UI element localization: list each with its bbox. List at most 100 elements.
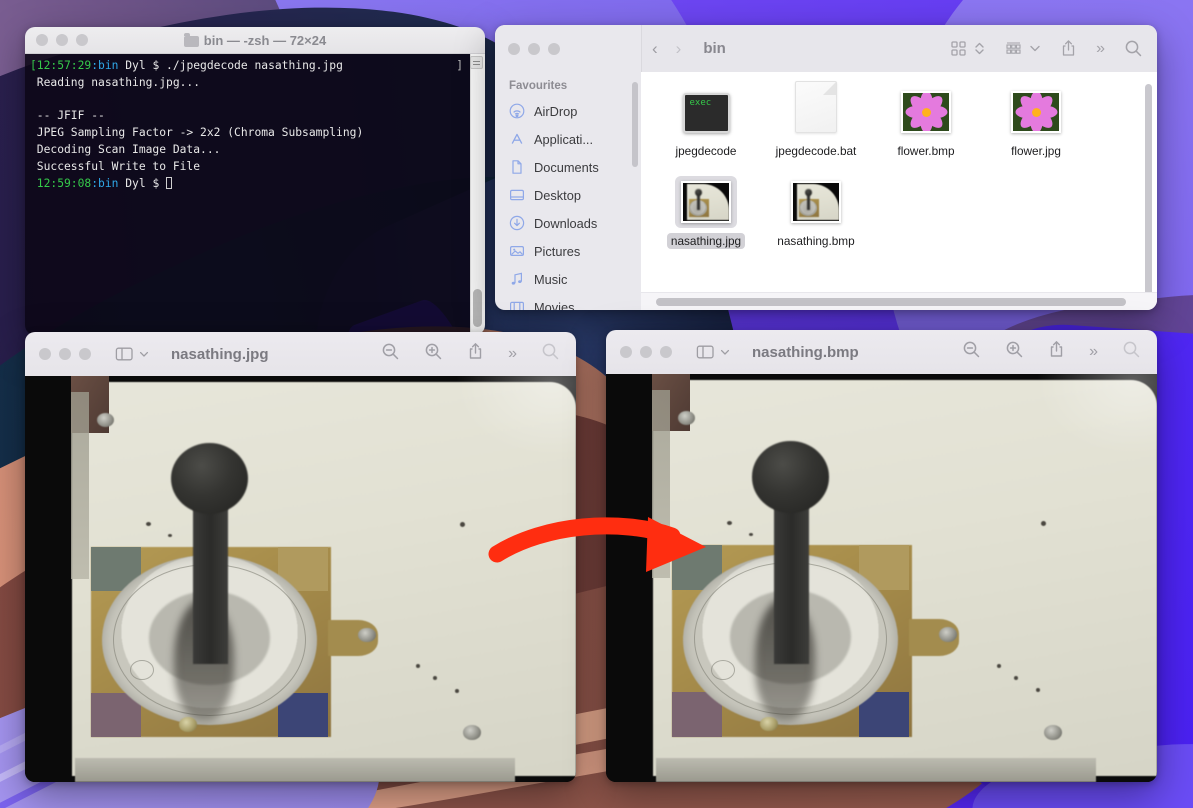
file-item-nasathing-jpg[interactable]: nasathing.jpg (651, 174, 761, 264)
more-button[interactable]: » (508, 345, 517, 363)
flower-thumbnail (1011, 91, 1061, 133)
sidebar-item-movies[interactable]: Movies (495, 293, 641, 310)
file-item-flower-bmp[interactable]: flower.bmp (871, 84, 981, 174)
finder-path-title: bin (703, 40, 726, 57)
share-button[interactable] (1048, 340, 1065, 364)
close-button[interactable] (39, 348, 51, 360)
share-button[interactable] (467, 342, 484, 366)
close-button[interactable] (620, 346, 632, 358)
sidebar-item-label: Downloads (534, 215, 598, 231)
preview-bmp-toolbar[interactable]: nasathing.bmp » (606, 330, 1157, 374)
flower-thumbnail (901, 91, 951, 133)
share-button[interactable] (1060, 39, 1077, 58)
terminal-title-text: bin — -zsh — 72×24 (203, 32, 327, 48)
terminal-line-2 (30, 92, 485, 109)
sidebar-toggle-button[interactable] (115, 346, 149, 362)
search-button[interactable] (1122, 340, 1141, 364)
close-button[interactable] (508, 42, 520, 55)
sidebar-item-documents[interactable]: Documents (495, 153, 641, 181)
sidebar-toggle-button[interactable] (696, 344, 730, 360)
finder-vertical-scrollbar[interactable] (1145, 84, 1152, 310)
sidebar-item-airdrop[interactable]: AirDrop (495, 97, 641, 125)
terminal-window[interactable]: bin — -zsh — 72×24 [12:57:29:bin Dyl $ .… (25, 27, 485, 335)
sidebar-scrollbar[interactable] (632, 82, 638, 167)
more-button[interactable]: » (1089, 343, 1098, 361)
file-item-jpegdecode-bat[interactable]: jpegdecode.bat (761, 81, 871, 174)
finder-file-grid[interactable]: exec jpegdecode jpegdecode.bat flower.bm… (641, 72, 1157, 310)
maximize-button[interactable] (79, 348, 91, 360)
finder-window-controls[interactable] (508, 42, 560, 55)
search-button[interactable] (1124, 39, 1143, 58)
group-by-button[interactable] (1004, 40, 1023, 57)
search-button[interactable] (541, 342, 560, 366)
terminal-line-0: [12:57:29:bin Dyl $ ./jpegdecode nasathi… (30, 59, 343, 72)
applications-icon (509, 131, 525, 147)
sidebar-item-label: Applicati... (534, 131, 594, 147)
movies-icon (509, 299, 525, 310)
file-label: flower.jpg (1011, 144, 1061, 158)
zoom-in-button[interactable] (1005, 340, 1024, 364)
more-button[interactable]: » (1096, 40, 1105, 58)
minimize-button[interactable] (528, 42, 540, 55)
airdrop-icon (509, 103, 525, 119)
sidebar-item-applications[interactable]: Applicati... (495, 125, 641, 153)
pictures-icon (509, 243, 525, 259)
finder-window[interactable]: ‹ › bin » Favourites AirDrop Applicati..… (495, 25, 1157, 310)
file-item-flower-jpg[interactable]: flower.jpg (981, 84, 1091, 174)
sidebar-item-desktop[interactable]: Desktop (495, 181, 641, 209)
window-controls[interactable] (25, 34, 88, 46)
preview-window-jpg[interactable]: nasathing.jpg » (25, 332, 576, 782)
icon-view-button[interactable] (950, 40, 967, 57)
terminal-titlebar[interactable]: bin — -zsh — 72×24 (25, 27, 485, 54)
terminal-line-7: 12:59:08:bin Dyl $ (30, 176, 485, 193)
terminal-body[interactable]: [12:57:29:bin Dyl $ ./jpegdecode nasathi… (25, 54, 485, 335)
minimize-button[interactable] (59, 348, 71, 360)
folder-icon (183, 32, 199, 47)
sidebar-item-label: AirDrop (534, 103, 578, 119)
preview-window-bmp[interactable]: nasathing.bmp » (606, 330, 1157, 782)
terminal-line-3: -- JFIF -- (30, 109, 105, 123)
window-controls[interactable] (620, 346, 672, 358)
zoom-in-button[interactable] (424, 342, 443, 366)
window-controls[interactable] (39, 348, 91, 360)
terminal-scrollbar[interactable] (470, 54, 485, 335)
desktop-icon (509, 187, 525, 203)
preview-jpg-image[interactable] (25, 376, 576, 782)
file-label: flower.bmp (897, 144, 955, 158)
sidebar-heading: Favourites (509, 80, 568, 92)
finder-horizontal-scrollbar[interactable] (641, 292, 1157, 310)
preview-bmp-image[interactable] (606, 374, 1157, 782)
view-sort-chevron-icon[interactable] (974, 40, 985, 57)
sidebar-item-music[interactable]: Music (495, 265, 641, 293)
minimize-button[interactable] (56, 34, 68, 46)
sidebar-item-label: Pictures (534, 243, 581, 259)
terminal-scroll-menu-icon[interactable] (470, 56, 483, 69)
terminal-line-4: JPEG Sampling Factor -> 2x2 (Chroma Subs… (30, 126, 364, 140)
maximize-button[interactable] (76, 34, 88, 46)
minimize-button[interactable] (640, 346, 652, 358)
terminal-line-bracket: ] (456, 59, 463, 72)
chevron-down-icon[interactable] (1029, 40, 1041, 57)
close-button[interactable] (36, 34, 48, 46)
terminal-scroll-thumb[interactable] (473, 289, 482, 327)
back-button[interactable]: ‹ (652, 39, 658, 59)
zoom-out-button[interactable] (962, 340, 981, 364)
sidebar-item-pictures[interactable]: Pictures (495, 237, 641, 265)
sidebar-item-downloads[interactable]: Downloads (495, 209, 641, 237)
zoom-out-button[interactable] (381, 342, 400, 366)
documents-icon (509, 159, 525, 175)
maximize-button[interactable] (548, 42, 560, 55)
file-label: jpegdecode.bat (775, 144, 857, 158)
maximize-button[interactable] (660, 346, 672, 358)
finder-toolbar[interactable]: ‹ › bin » (495, 25, 1157, 72)
finder-sidebar[interactable]: Favourites AirDrop Applicati... Document… (495, 72, 641, 310)
forward-button[interactable]: › (676, 39, 682, 59)
downloads-icon (509, 215, 525, 231)
preview-jpg-toolbar[interactable]: nasathing.jpg » (25, 332, 576, 376)
file-item-nasathing-bmp[interactable]: nasathing.bmp (761, 174, 871, 264)
file-item-jpegdecode[interactable]: exec jpegdecode (651, 84, 761, 174)
terminal-title: bin — -zsh — 72×24 (25, 32, 485, 48)
sidebar-item-label: Desktop (534, 187, 581, 203)
preview-jpg-title: nasathing.jpg (171, 345, 269, 363)
finder-hscroll-thumb[interactable] (656, 298, 1126, 306)
